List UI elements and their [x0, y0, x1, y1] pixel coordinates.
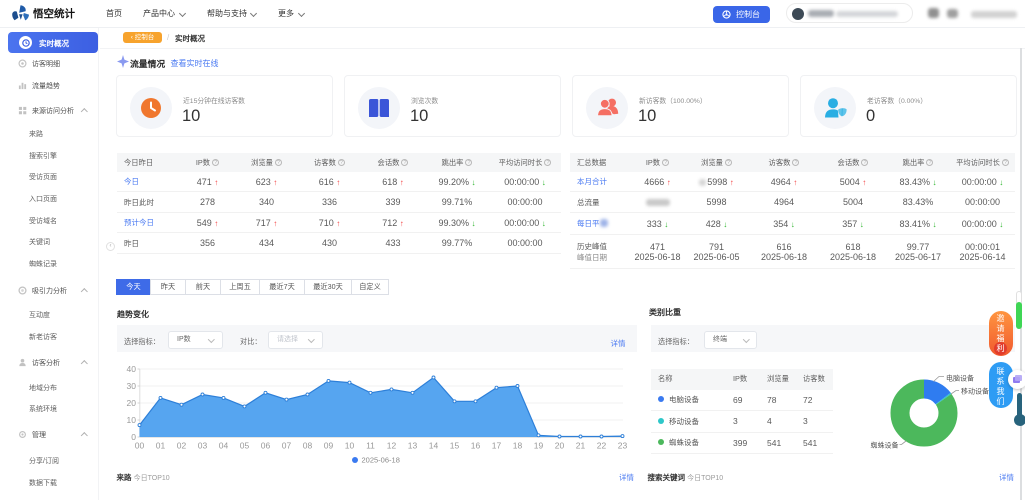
svg-text:21: 21 [576, 441, 586, 451]
svg-text:10: 10 [345, 441, 355, 451]
svg-text:30: 30 [127, 381, 137, 391]
svg-text:蜘蛛设备: 蜘蛛设备 [871, 441, 899, 450]
svg-text:05: 05 [240, 441, 250, 451]
svg-text:16: 16 [471, 441, 481, 451]
svg-text:22: 22 [597, 441, 607, 451]
svg-text:00: 00 [135, 441, 145, 451]
svg-text:13: 13 [408, 441, 418, 451]
svg-text:23: 23 [618, 441, 628, 451]
svg-text:18: 18 [513, 441, 523, 451]
svg-text:01: 01 [156, 441, 166, 451]
svg-text:40: 40 [127, 364, 137, 374]
svg-text:20: 20 [555, 441, 565, 451]
svg-text:14: 14 [429, 441, 439, 451]
svg-text:19: 19 [534, 441, 544, 451]
svg-text:15: 15 [450, 441, 460, 451]
svg-text:12: 12 [387, 441, 397, 451]
svg-text:08: 08 [303, 441, 313, 451]
svg-text:06: 06 [261, 441, 271, 451]
svg-text:03: 03 [198, 441, 208, 451]
svg-text:2025-06-18: 2025-06-18 [362, 456, 400, 465]
svg-text:电脑设备: 电脑设备 [946, 374, 974, 383]
svg-text:17: 17 [492, 441, 502, 451]
svg-text:10: 10 [127, 415, 137, 425]
svg-text:07: 07 [282, 441, 292, 451]
svg-text:04: 04 [219, 441, 229, 451]
svg-text:11: 11 [366, 441, 375, 451]
svg-text:移动设备: 移动设备 [961, 387, 989, 396]
svg-text:02: 02 [177, 441, 187, 451]
svg-text:20: 20 [127, 398, 137, 408]
svg-text:09: 09 [324, 441, 334, 451]
